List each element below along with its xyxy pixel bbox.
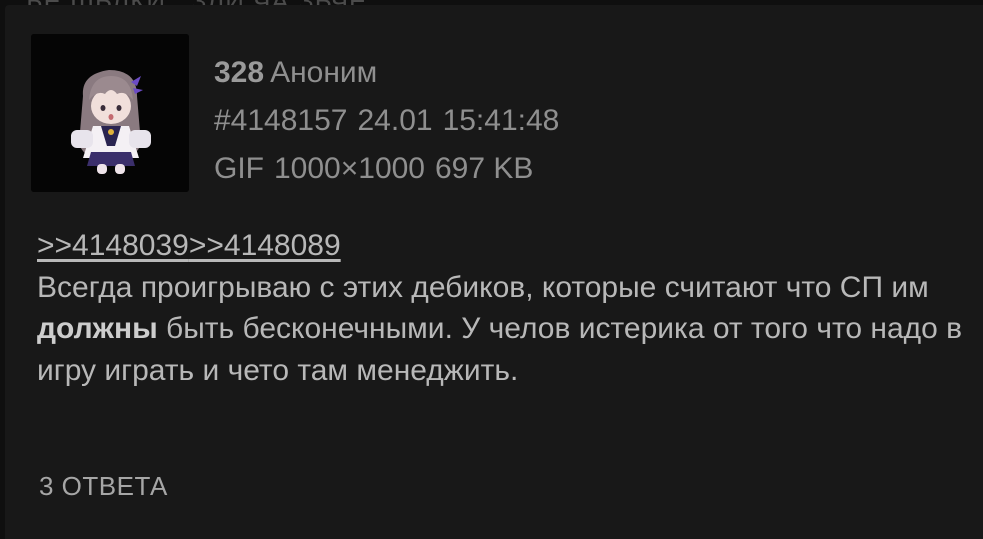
post-text: Всегда проигрываю с этих дебиков, которы… [37,267,967,392]
file-dimensions: 1000×1000 [274,152,425,185]
file-size: 697 KB [435,152,534,185]
post-date: 24.01 [357,104,433,137]
file-info-row: GIF 1000×1000 697 KB [214,145,559,193]
post-card: 328 Аноним #4148157 24.01 15:41:48 GIF 1000×… [5,5,983,539]
post-number[interactable]: 328 [214,56,264,89]
post-author: Аноним [270,56,378,89]
post-thumbnail[interactable] [31,34,189,192]
reply-link[interactable]: >>4148039 [37,229,189,262]
post-time: 15:41:48 [442,104,560,137]
file-type: GIF [214,152,264,185]
reply-link[interactable]: >>4148089 [189,229,341,262]
post-id[interactable]: #4148157 [214,104,347,137]
replies-button[interactable]: 3 ОТВЕТА [39,471,168,502]
post-text-part: быть бесконечными. У челов истерика от т… [37,312,963,387]
anime-girl-image [31,34,189,192]
post-text-bold: должны [37,312,158,345]
post-id-row: #4148157 24.01 15:41:48 [214,97,559,145]
post-text-part: Всегда проигрываю с этих дебиков, которы… [37,270,929,304]
post-header-row: 328 Аноним [214,49,559,97]
post-meta: 328 Аноним #4148157 24.01 15:41:48 GIF 1000×… [214,49,559,193]
reply-links: >>4148039>>4148089 [37,225,967,267]
post-body: >>4148039>>4148089 Всегда проигрываю с э… [37,225,967,391]
